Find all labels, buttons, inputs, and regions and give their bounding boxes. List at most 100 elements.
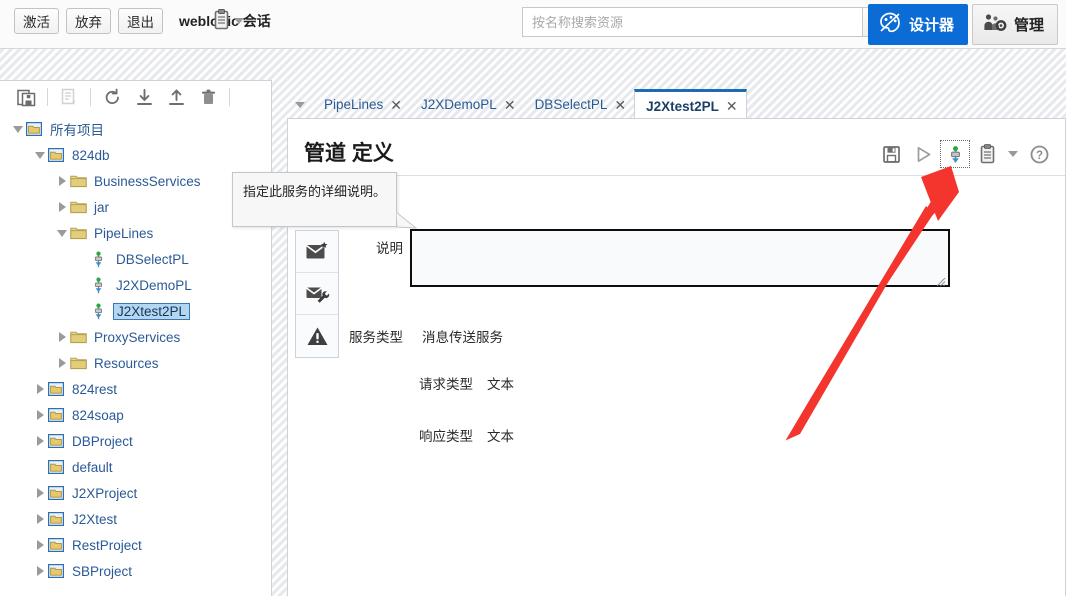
tree-item-restproject[interactable]: RestProject xyxy=(0,532,270,558)
twisty-collapsed-icon[interactable] xyxy=(32,402,48,428)
tree-item-default[interactable]: default xyxy=(0,454,270,480)
tree-item-label: 824db xyxy=(72,147,110,163)
run-button[interactable] xyxy=(909,141,937,167)
discard-button[interactable]: 放弃 xyxy=(66,8,111,34)
twisty-collapsed-icon[interactable] xyxy=(32,506,48,532)
tree-item-resources[interactable]: Resources xyxy=(0,350,270,376)
tab-j2xdemopl[interactable]: J2XDemoPL ✕ xyxy=(410,90,524,119)
request-type-label: 请求类型 xyxy=(419,377,473,392)
chevron-down-icon xyxy=(295,101,305,108)
tree-item-824db[interactable]: 824db xyxy=(0,142,270,168)
refresh-button[interactable] xyxy=(96,84,128,110)
new-project-button[interactable] xyxy=(10,84,42,110)
description-tooltip: 指定此服务的详细说明。 xyxy=(232,172,397,227)
tree-item-label: J2Xtest xyxy=(72,511,118,527)
tree-item-proxyservices[interactable]: ProxyServices xyxy=(0,324,270,350)
delete-button[interactable] xyxy=(192,84,224,110)
twisty-placeholder xyxy=(76,272,92,298)
close-icon[interactable]: ✕ xyxy=(504,98,516,112)
admin-gear-people-icon xyxy=(983,12,1007,37)
twisty-collapsed-icon[interactable] xyxy=(32,428,48,454)
new-project-icon xyxy=(16,89,35,106)
panel-header-divider xyxy=(288,175,1065,176)
tree-item-824rest[interactable]: 824rest xyxy=(0,376,270,402)
tab-j2xtest2pl[interactable]: J2Xtest2PL ✕ xyxy=(634,89,747,120)
search-input[interactable] xyxy=(522,7,862,37)
tree-item--[interactable]: 所有项目 xyxy=(0,116,270,142)
tree-item-pipelines[interactable]: PipeLines xyxy=(0,220,270,246)
designer-mode-button[interactable]: 设计器 xyxy=(867,4,968,45)
tab-dbselectpl[interactable]: DBSelectPL ✕ xyxy=(524,90,635,119)
twisty-placeholder xyxy=(76,246,92,272)
tree-item-label: default xyxy=(72,459,113,475)
twisty-collapsed-icon[interactable] xyxy=(32,532,48,558)
twisty-collapsed-icon[interactable] xyxy=(32,376,48,402)
tab-list-menu-button[interactable] xyxy=(287,90,313,119)
header-clipboard-menu[interactable] xyxy=(213,9,244,33)
twisty-collapsed-icon[interactable] xyxy=(54,350,70,376)
import-button[interactable] xyxy=(128,84,160,110)
twisty-expanded-icon[interactable] xyxy=(32,142,48,168)
twisty-expanded-icon[interactable] xyxy=(10,116,26,142)
twisty-collapsed-icon[interactable] xyxy=(32,480,48,506)
tree-item-label: J2XProject xyxy=(72,485,138,501)
close-icon[interactable]: ✕ xyxy=(726,99,738,113)
chevron-down-icon xyxy=(234,18,244,24)
tree-item-j2xdemopl[interactable]: J2XDemoPL xyxy=(0,272,270,298)
activate-button[interactable]: 激活 xyxy=(14,8,59,34)
tooltip-tail-icon xyxy=(396,212,418,229)
explorer-toolbar xyxy=(0,81,270,113)
twisty-collapsed-icon[interactable] xyxy=(54,168,70,194)
new-resource-icon xyxy=(61,88,75,104)
close-icon[interactable]: ✕ xyxy=(614,98,626,112)
tree-item-label: J2Xtest2PL xyxy=(113,302,191,320)
clipboard-button[interactable] xyxy=(973,141,1001,167)
pipeline-button[interactable] xyxy=(940,140,970,168)
twisty-collapsed-icon[interactable] xyxy=(54,194,70,220)
tree-item-label: ProxyServices xyxy=(94,329,181,345)
folder-icon xyxy=(70,356,91,370)
tree-item-j2xproject[interactable]: J2XProject xyxy=(0,480,270,506)
toolbar-divider xyxy=(229,88,230,106)
twisty-collapsed-icon[interactable] xyxy=(54,324,70,350)
new-resource-button[interactable] xyxy=(53,84,85,110)
export-button[interactable] xyxy=(160,84,192,110)
tree-item-jar[interactable]: jar xyxy=(0,194,270,220)
tree-item-dbselectpl[interactable]: DBSelectPL xyxy=(0,246,270,272)
error-handler-tab[interactable] xyxy=(296,315,338,357)
tree-item-businessservices[interactable]: BusinessServices xyxy=(0,168,270,194)
tree-item-label: 所有项目 xyxy=(50,123,104,138)
description-input[interactable] xyxy=(410,229,950,287)
run-icon xyxy=(917,146,930,162)
pipeline-icon xyxy=(92,277,113,294)
twisty-collapsed-icon[interactable] xyxy=(32,558,48,584)
tree-item-dbproject[interactable]: DBProject xyxy=(0,428,270,454)
tree-item-label: BusinessServices xyxy=(94,173,201,189)
save-button[interactable] xyxy=(877,141,905,167)
clipboard-menu-button[interactable] xyxy=(1005,141,1021,167)
tab-pipelines[interactable]: PipeLines ✕ xyxy=(313,90,410,119)
help-button[interactable]: ? xyxy=(1025,141,1053,167)
folder-icon xyxy=(70,200,91,214)
admin-mode-label: 管理 xyxy=(1013,17,1044,34)
tree-item-j2xtest[interactable]: J2Xtest xyxy=(0,506,270,532)
pipeline-definition-panel: 管道 定义 ? 说明 服务类型 消息传送服务 请求类型 文本 响应类型 文本 xyxy=(287,118,1066,596)
message-new-tab[interactable] xyxy=(296,231,338,273)
tab-label: DBSelectPL xyxy=(534,97,608,112)
tab-label: J2XDemoPL xyxy=(421,97,497,112)
twisty-expanded-icon[interactable] xyxy=(54,220,70,246)
service-type-label: 服务类型 xyxy=(349,330,403,345)
project-icon xyxy=(48,538,69,552)
export-icon xyxy=(168,89,184,105)
close-icon[interactable]: ✕ xyxy=(390,98,402,112)
tree-item-j2xtest2pl[interactable]: J2Xtest2PL xyxy=(0,298,270,324)
description-field-wrap xyxy=(410,229,950,290)
tree-item-824soap[interactable]: 824soap xyxy=(0,402,270,428)
save-icon xyxy=(882,145,900,163)
message-config-tab[interactable] xyxy=(296,273,338,315)
project-icon xyxy=(48,564,69,578)
tree-item-sbproject[interactable]: SBProject xyxy=(0,558,270,584)
exit-button[interactable]: 退出 xyxy=(118,8,163,34)
admin-mode-button[interactable]: 管理 xyxy=(971,4,1058,45)
designer-mode-label: 设计器 xyxy=(908,17,954,34)
